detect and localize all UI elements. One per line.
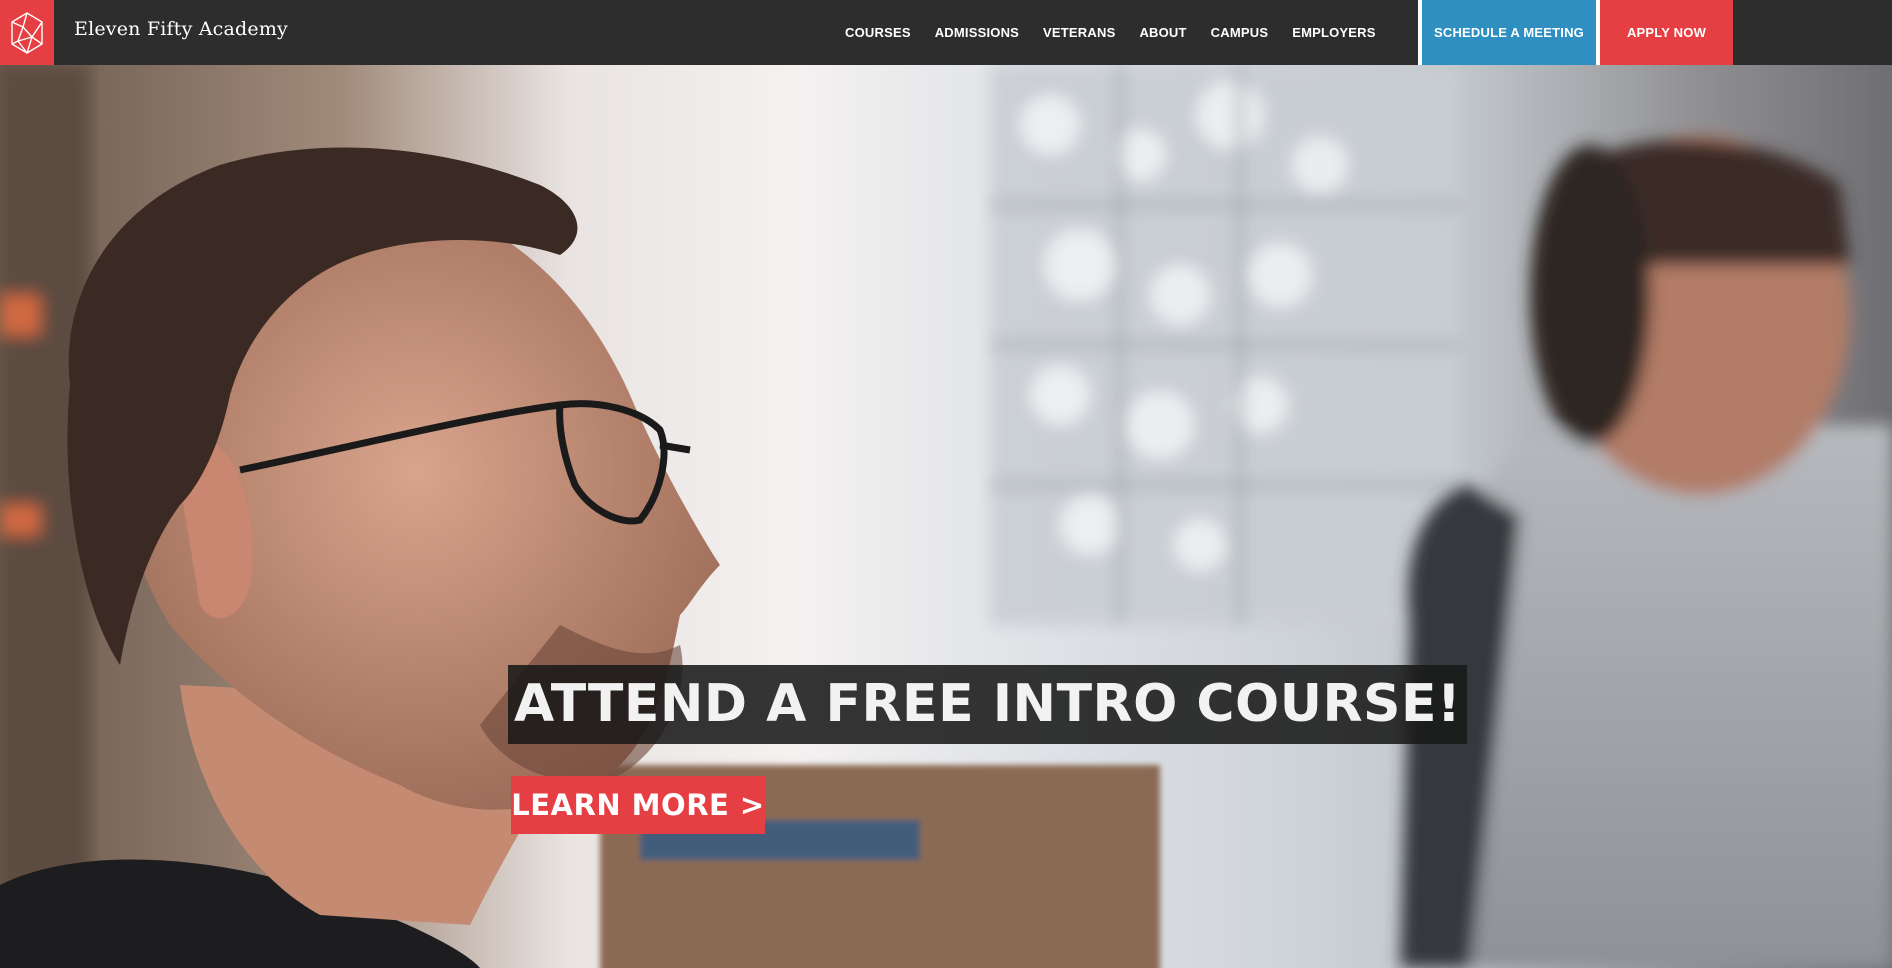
main-nav: COURSES ADMISSIONS VETERANS ABOUT CAMPUS… — [845, 0, 1376, 65]
logo[interactable] — [0, 0, 54, 65]
hero-headline: ATTEND A FREE INTRO COURSE! — [508, 665, 1468, 744]
nav-item-admissions[interactable]: ADMISSIONS — [935, 25, 1019, 40]
polyhedron-logo-icon — [11, 11, 43, 54]
schedule-meeting-button[interactable]: SCHEDULE A MEETING — [1422, 0, 1596, 65]
nav-item-veterans[interactable]: VETERANS — [1043, 25, 1115, 40]
hero-video-background: ATTEND A FREE INTRO COURSE! LEARN MORE > — [0, 65, 1892, 968]
nav-item-courses[interactable]: COURSES — [845, 25, 911, 40]
nav-item-about[interactable]: ABOUT — [1139, 25, 1186, 40]
top-navbar: Eleven Fifty Academy COURSES ADMISSIONS … — [0, 0, 1892, 65]
page: Eleven Fifty Academy COURSES ADMISSIONS … — [0, 0, 1892, 968]
apply-now-button[interactable]: APPLY NOW — [1600, 0, 1733, 65]
brand-name[interactable]: Eleven Fifty Academy — [74, 18, 288, 40]
nav-item-campus[interactable]: CAMPUS — [1211, 25, 1269, 40]
learn-more-button[interactable]: LEARN MORE > — [511, 776, 765, 834]
hero-photo-illustration — [0, 65, 1892, 968]
nav-item-employers[interactable]: EMPLOYERS — [1292, 25, 1375, 40]
